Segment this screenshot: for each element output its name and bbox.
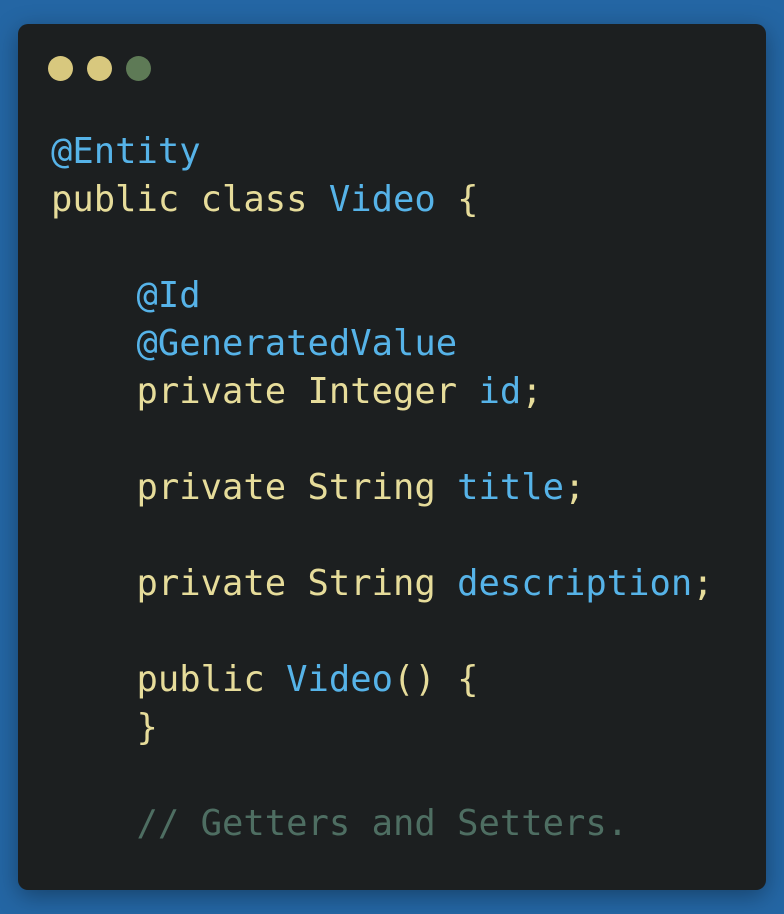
code-line-5: @GeneratedValue — [51, 320, 714, 368]
close-dot-icon[interactable] — [48, 56, 73, 81]
constructor-name: Video — [286, 659, 393, 700]
maximize-dot-icon[interactable] — [126, 56, 151, 81]
field-description: description — [457, 563, 693, 604]
keyword-private: private — [136, 371, 287, 412]
code-block: @Entity public class Video { @Id @Generat… — [51, 128, 714, 848]
type-string: String — [307, 563, 436, 604]
window-controls — [48, 56, 151, 81]
annotation-entity: @Entity — [51, 131, 201, 172]
code-line-12: public Video() { — [51, 656, 714, 704]
keyword-class: class — [200, 179, 308, 220]
open-brace: { — [457, 659, 479, 700]
open-brace: { — [457, 179, 479, 220]
keyword-public: public — [136, 659, 265, 700]
code-line-15: // Getters and Setters. — [51, 800, 714, 848]
code-line-2: public class Video { — [51, 176, 714, 224]
semicolon: ; — [564, 467, 586, 508]
code-line-8: private String title; — [51, 464, 714, 512]
code-line-13: } — [51, 704, 714, 752]
field-id: id — [478, 371, 522, 412]
code-line-6: private Integer id; — [51, 368, 714, 416]
code-line-1: @Entity — [51, 128, 714, 176]
keyword-public: public — [51, 179, 180, 220]
minimize-dot-icon[interactable] — [87, 56, 112, 81]
code-comment: // Getters and Setters. — [136, 803, 629, 844]
code-window: @Entity public class Video { @Id @Generat… — [18, 24, 766, 890]
annotation-generated-value: @GeneratedValue — [136, 323, 458, 364]
keyword-private: private — [136, 563, 287, 604]
field-title: title — [457, 467, 564, 508]
type-integer: Integer — [307, 371, 458, 412]
type-string: String — [307, 467, 436, 508]
semicolon: ; — [521, 371, 543, 412]
code-line-10: private String description; — [51, 560, 714, 608]
semicolon: ; — [692, 563, 714, 604]
annotation-id: @Id — [136, 275, 201, 316]
close-brace: } — [136, 707, 158, 748]
class-name: Video — [328, 179, 436, 220]
parentheses: () — [393, 659, 436, 700]
code-line-4: @Id — [51, 272, 714, 320]
keyword-private: private — [136, 467, 287, 508]
